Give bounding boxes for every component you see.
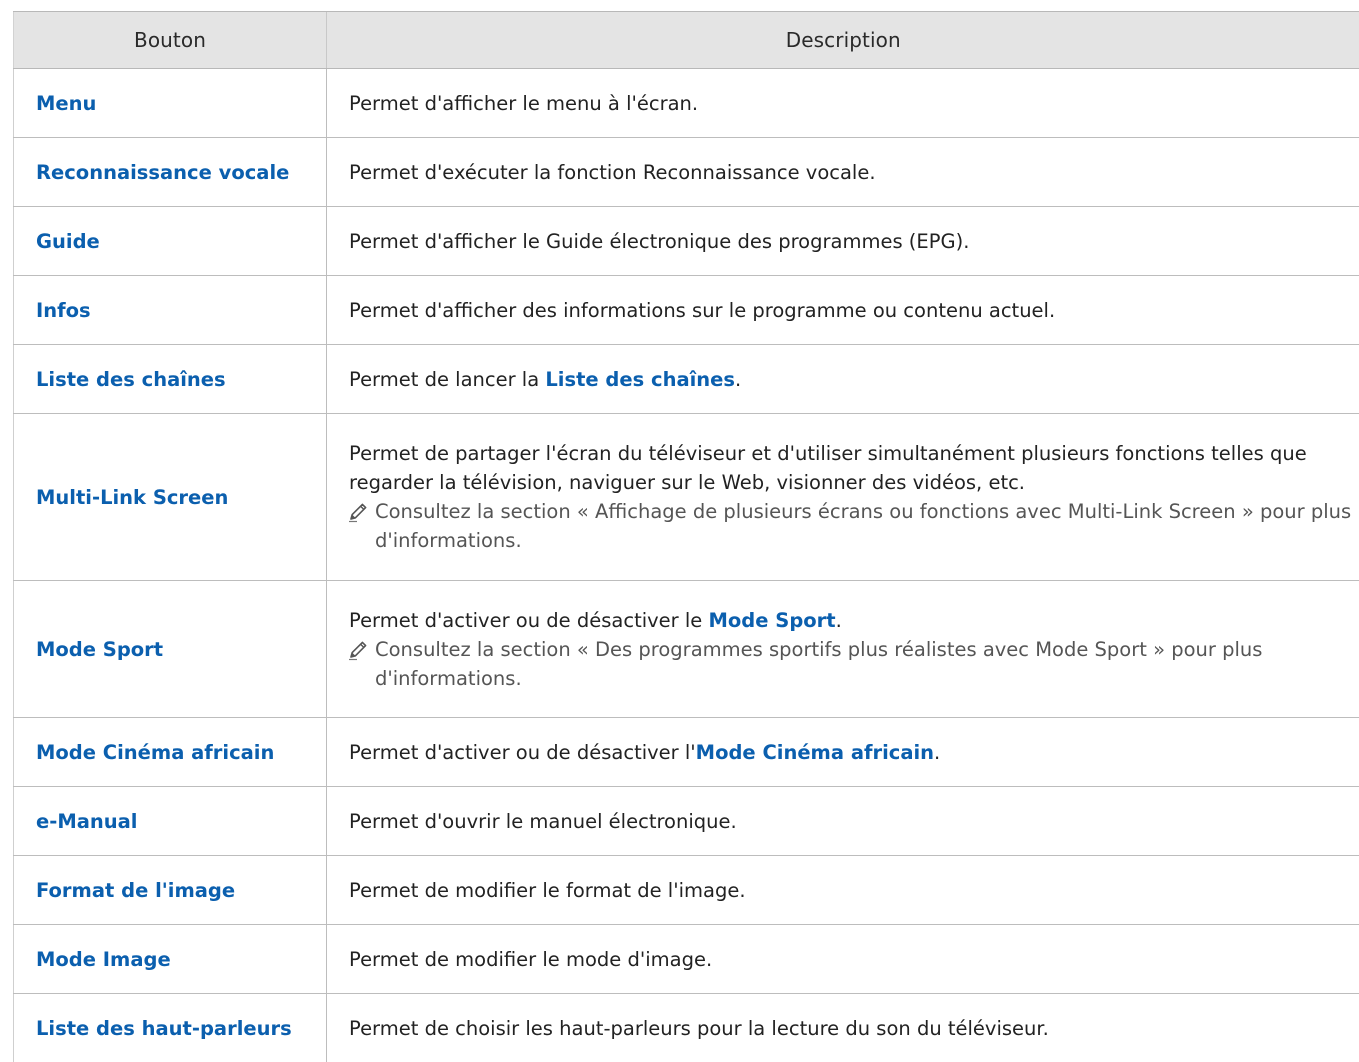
button-name-picture-mode: Mode Image: [14, 925, 327, 994]
description-text: Permet d'activer ou de désactiver l': [349, 741, 696, 764]
pencil-note-icon: [347, 635, 375, 664]
table-row: Liste des chaînes Permet de lancer la Li…: [14, 345, 1359, 414]
table-header-row: Bouton Description: [14, 12, 1359, 69]
button-name-speaker-list: Liste des haut-parleurs: [14, 994, 327, 1062]
description-voice-recognition: Permet d'exécuter la fonction Reconnaiss…: [327, 138, 1359, 207]
note-text: Consultez la section « Affichage de plus…: [375, 497, 1352, 555]
button-name-multi-link-screen: Multi-Link Screen: [14, 414, 327, 581]
description-multi-link-screen: Permet de partager l'écran du téléviseur…: [327, 414, 1359, 581]
description-african-cinema-mode: Permet d'activer ou de désactiver l'Mode…: [327, 718, 1359, 787]
description-guide: Permet d'afficher le Guide électronique …: [327, 207, 1359, 276]
description-text: Permet d'activer ou de désactiver le: [349, 609, 709, 632]
description-text: .: [735, 368, 741, 391]
table-row: Multi-Link Screen Permet de partager l'é…: [14, 414, 1359, 581]
description-picture-mode: Permet de modifier le mode d'image.: [327, 925, 1359, 994]
button-name-picture-size: Format de l'image: [14, 856, 327, 925]
note: Consultez la section « Affichage de plus…: [349, 497, 1352, 555]
description-line: Permet d'activer ou de désactiver le Mod…: [349, 606, 1352, 635]
header-description: Description: [327, 12, 1359, 69]
button-name-infos: Infos: [14, 276, 327, 345]
button-name-sport-mode: Mode Sport: [14, 581, 327, 718]
description-sport-mode: Permet d'activer ou de désactiver le Mod…: [327, 581, 1359, 718]
button-name-menu: Menu: [14, 69, 327, 138]
description-text: .: [836, 609, 842, 632]
pencil-note-icon: [347, 497, 375, 526]
description-speaker-list: Permet de choisir les haut-parleurs pour…: [327, 994, 1359, 1062]
button-name-african-cinema-mode: Mode Cinéma africain: [14, 718, 327, 787]
table-row: Mode Cinéma africain Permet d'activer ou…: [14, 718, 1359, 787]
table-row: Mode Image Permet de modifier le mode d'…: [14, 925, 1359, 994]
table-row: Reconnaissance vocale Permet d'exécuter …: [14, 138, 1359, 207]
description-e-manual: Permet d'ouvrir le manuel électronique.: [327, 787, 1359, 856]
button-name-voice-recognition: Reconnaissance vocale: [14, 138, 327, 207]
table-row: Menu Permet d'afficher le menu à l'écran…: [14, 69, 1359, 138]
description-menu: Permet d'afficher le menu à l'écran.: [327, 69, 1359, 138]
description-text: .: [934, 741, 940, 764]
keyword-sport-mode: Mode Sport: [709, 609, 836, 632]
remote-buttons-table-container: Bouton Description Menu Permet d'affiche…: [13, 11, 1359, 1062]
table-row: Liste des haut-parleurs Permet de choisi…: [14, 994, 1359, 1062]
table-row: Guide Permet d'afficher le Guide électro…: [14, 207, 1359, 276]
button-name-channel-list: Liste des chaînes: [14, 345, 327, 414]
button-name-guide: Guide: [14, 207, 327, 276]
description-text: Permet de partager l'écran du téléviseur…: [349, 439, 1352, 497]
description-text: Permet de lancer la: [349, 368, 545, 391]
table-row: Mode Sport Permet d'activer ou de désact…: [14, 581, 1359, 718]
table-row: Infos Permet d'afficher des informations…: [14, 276, 1359, 345]
description-picture-size: Permet de modifier le format de l'image.: [327, 856, 1359, 925]
keyword-channel-list: Liste des chaînes: [545, 368, 735, 391]
table-row: Format de l'image Permet de modifier le …: [14, 856, 1359, 925]
button-name-e-manual: e-Manual: [14, 787, 327, 856]
description-infos: Permet d'afficher des informations sur l…: [327, 276, 1359, 345]
note: Consultez la section « Des programmes sp…: [349, 635, 1352, 693]
remote-buttons-table: Bouton Description Menu Permet d'affiche…: [13, 11, 1359, 1062]
table-row: e-Manual Permet d'ouvrir le manuel élect…: [14, 787, 1359, 856]
header-button: Bouton: [14, 12, 327, 69]
description-channel-list: Permet de lancer la Liste des chaînes.: [327, 345, 1359, 414]
note-text: Consultez la section « Des programmes sp…: [375, 635, 1352, 693]
keyword-african-cinema-mode: Mode Cinéma africain: [696, 741, 934, 764]
